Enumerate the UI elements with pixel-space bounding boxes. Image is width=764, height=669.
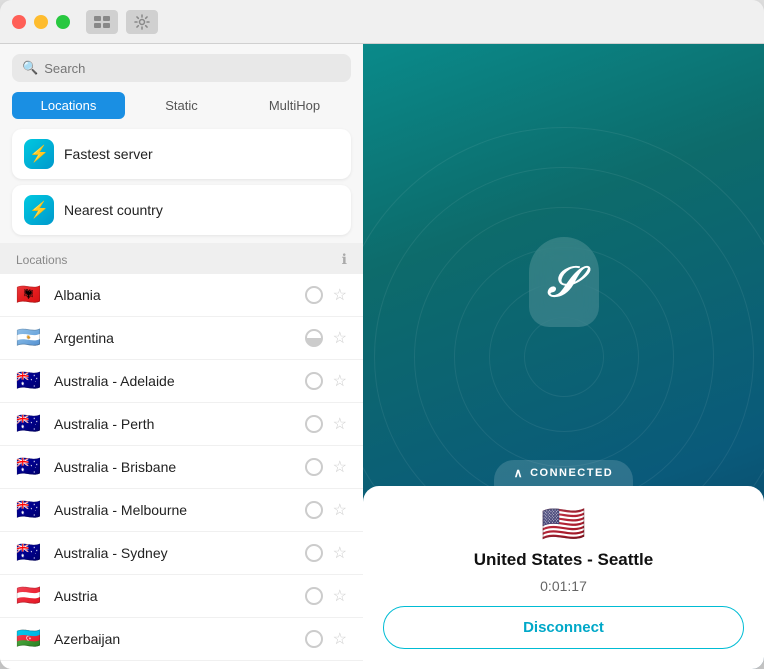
- star-australia-adelaide[interactable]: ☆: [333, 371, 347, 391]
- country-name-australia-brisbane: Australia - Brisbane: [54, 459, 295, 475]
- tab-multihop[interactable]: MultiHop: [238, 92, 351, 119]
- country-list: 🇦🇱 Albania ☆ 🇦🇷 Argentina ☆ 🇦🇺 Australia - Adel…: [0, 274, 363, 669]
- disconnect-button[interactable]: Disconnect: [383, 606, 744, 649]
- radio-australia-sydney[interactable]: [305, 544, 323, 562]
- search-input[interactable]: [44, 61, 341, 76]
- nearest-country-item[interactable]: ⚡ Nearest country: [12, 185, 351, 235]
- country-name-australia-perth: Australia - Perth: [54, 416, 295, 432]
- maximize-button[interactable]: [56, 15, 70, 29]
- title-bar-controls: [86, 10, 158, 34]
- connection-card: 🇺🇸 United States - Seattle 0:01:17 Disco…: [363, 486, 764, 669]
- country-item-australia-perth[interactable]: 🇦🇺 Australia - Perth ☆: [0, 403, 363, 446]
- right-panel: 𝒮 ∧ CONNECTED 🇺🇸 United States - Seattle…: [363, 44, 764, 669]
- connected-badge: ∧ CONNECTED: [494, 460, 633, 486]
- connection-timer: 0:01:17: [540, 578, 587, 594]
- radio-australia-brisbane[interactable]: [305, 458, 323, 476]
- star-argentina[interactable]: ☆: [333, 328, 347, 348]
- star-australia-perth[interactable]: ☆: [333, 414, 347, 434]
- flag-argentina: 🇦🇷: [16, 328, 44, 348]
- star-azerbaijan[interactable]: ☆: [333, 629, 347, 649]
- flag-australia-melbourne: 🇦🇺: [16, 500, 44, 520]
- minimize-button[interactable]: [34, 15, 48, 29]
- radio-australia-adelaide[interactable]: [305, 372, 323, 390]
- country-item-australia-sydney[interactable]: 🇦🇺 Australia - Sydney ☆: [0, 532, 363, 575]
- star-albania[interactable]: ☆: [333, 285, 347, 305]
- tab-locations[interactable]: Locations: [12, 92, 125, 119]
- flag-azerbaijan: 🇦🇿: [16, 629, 44, 649]
- country-name-albania: Albania: [54, 287, 295, 303]
- country-name-australia-adelaide: Australia - Adelaide: [54, 373, 295, 389]
- flag-australia-brisbane: 🇦🇺: [16, 457, 44, 477]
- flag-australia-adelaide: 🇦🇺: [16, 371, 44, 391]
- flag-albania: 🇦🇱: [16, 285, 44, 305]
- search-icon: 🔍: [22, 60, 38, 76]
- connected-status: CONNECTED: [530, 467, 613, 479]
- logo-shape: 𝒮: [529, 237, 599, 327]
- chevron-up-icon[interactable]: ∧: [514, 466, 524, 480]
- window-layout-icon[interactable]: [86, 10, 118, 34]
- settings-icon[interactable]: [126, 10, 158, 34]
- close-button[interactable]: [12, 15, 26, 29]
- flag-australia-perth: 🇦🇺: [16, 414, 44, 434]
- country-name-austria: Austria: [54, 588, 295, 604]
- section-header: Locations ℹ: [0, 243, 363, 274]
- star-austria[interactable]: ☆: [333, 586, 347, 606]
- connection-flag: 🇺🇸: [541, 506, 586, 542]
- radio-australia-melbourne[interactable]: [305, 501, 323, 519]
- title-bar: [0, 0, 764, 44]
- country-name-australia-melbourne: Australia - Melbourne: [54, 502, 295, 518]
- radio-albania[interactable]: [305, 286, 323, 304]
- left-panel: 🔍 Locations Static MultiHop ⚡ Fastest se…: [0, 44, 363, 669]
- star-australia-sydney[interactable]: ☆: [333, 543, 347, 563]
- country-name-azerbaijan: Azerbaijan: [54, 631, 295, 647]
- radio-azerbaijan[interactable]: [305, 630, 323, 648]
- country-item-australia-adelaide[interactable]: 🇦🇺 Australia - Adelaide ☆: [0, 360, 363, 403]
- country-name-argentina: Argentina: [54, 330, 295, 346]
- section-header-label: Locations: [16, 253, 67, 267]
- main-layout: 🔍 Locations Static MultiHop ⚡ Fastest se…: [0, 44, 764, 669]
- lightning-icon-fastest: ⚡: [24, 139, 54, 169]
- flag-austria: 🇦🇹: [16, 586, 44, 606]
- radio-argentina[interactable]: [305, 329, 323, 347]
- star-australia-melbourne[interactable]: ☆: [333, 500, 347, 520]
- logo-container: 𝒮: [529, 237, 599, 327]
- connected-panel: ∧ CONNECTED 🇺🇸 United States - Seattle 0…: [363, 460, 764, 669]
- quick-actions: ⚡ Fastest server ⚡ Nearest country: [0, 129, 363, 243]
- radio-austria[interactable]: [305, 587, 323, 605]
- radio-australia-perth[interactable]: [305, 415, 323, 433]
- fastest-server-item[interactable]: ⚡ Fastest server: [12, 129, 351, 179]
- country-item-argentina[interactable]: 🇦🇷 Argentina ☆: [0, 317, 363, 360]
- country-item-azerbaijan[interactable]: 🇦🇿 Azerbaijan ☆: [0, 618, 363, 661]
- tabs-container: Locations Static MultiHop: [0, 92, 363, 129]
- logo-s: 𝒮: [547, 261, 580, 303]
- nearest-country-label: Nearest country: [64, 202, 163, 218]
- connection-location: United States - Seattle: [474, 550, 654, 570]
- star-australia-brisbane[interactable]: ☆: [333, 457, 347, 477]
- search-wrapper[interactable]: 🔍: [12, 54, 351, 82]
- country-item-australia-brisbane[interactable]: 🇦🇺 Australia - Brisbane ☆: [0, 446, 363, 489]
- tab-static[interactable]: Static: [125, 92, 238, 119]
- country-item-albania[interactable]: 🇦🇱 Albania ☆: [0, 274, 363, 317]
- country-name-australia-sydney: Australia - Sydney: [54, 545, 295, 561]
- fastest-server-label: Fastest server: [64, 146, 153, 162]
- info-icon[interactable]: ℹ: [342, 251, 347, 268]
- flag-australia-sydney: 🇦🇺: [16, 543, 44, 563]
- country-item-australia-melbourne[interactable]: 🇦🇺 Australia - Melbourne ☆: [0, 489, 363, 532]
- country-item-austria[interactable]: 🇦🇹 Austria ☆: [0, 575, 363, 618]
- search-bar: 🔍: [0, 44, 363, 92]
- app-window: 🔍 Locations Static MultiHop ⚡ Fastest se…: [0, 0, 764, 669]
- lightning-icon-nearest: ⚡: [24, 195, 54, 225]
